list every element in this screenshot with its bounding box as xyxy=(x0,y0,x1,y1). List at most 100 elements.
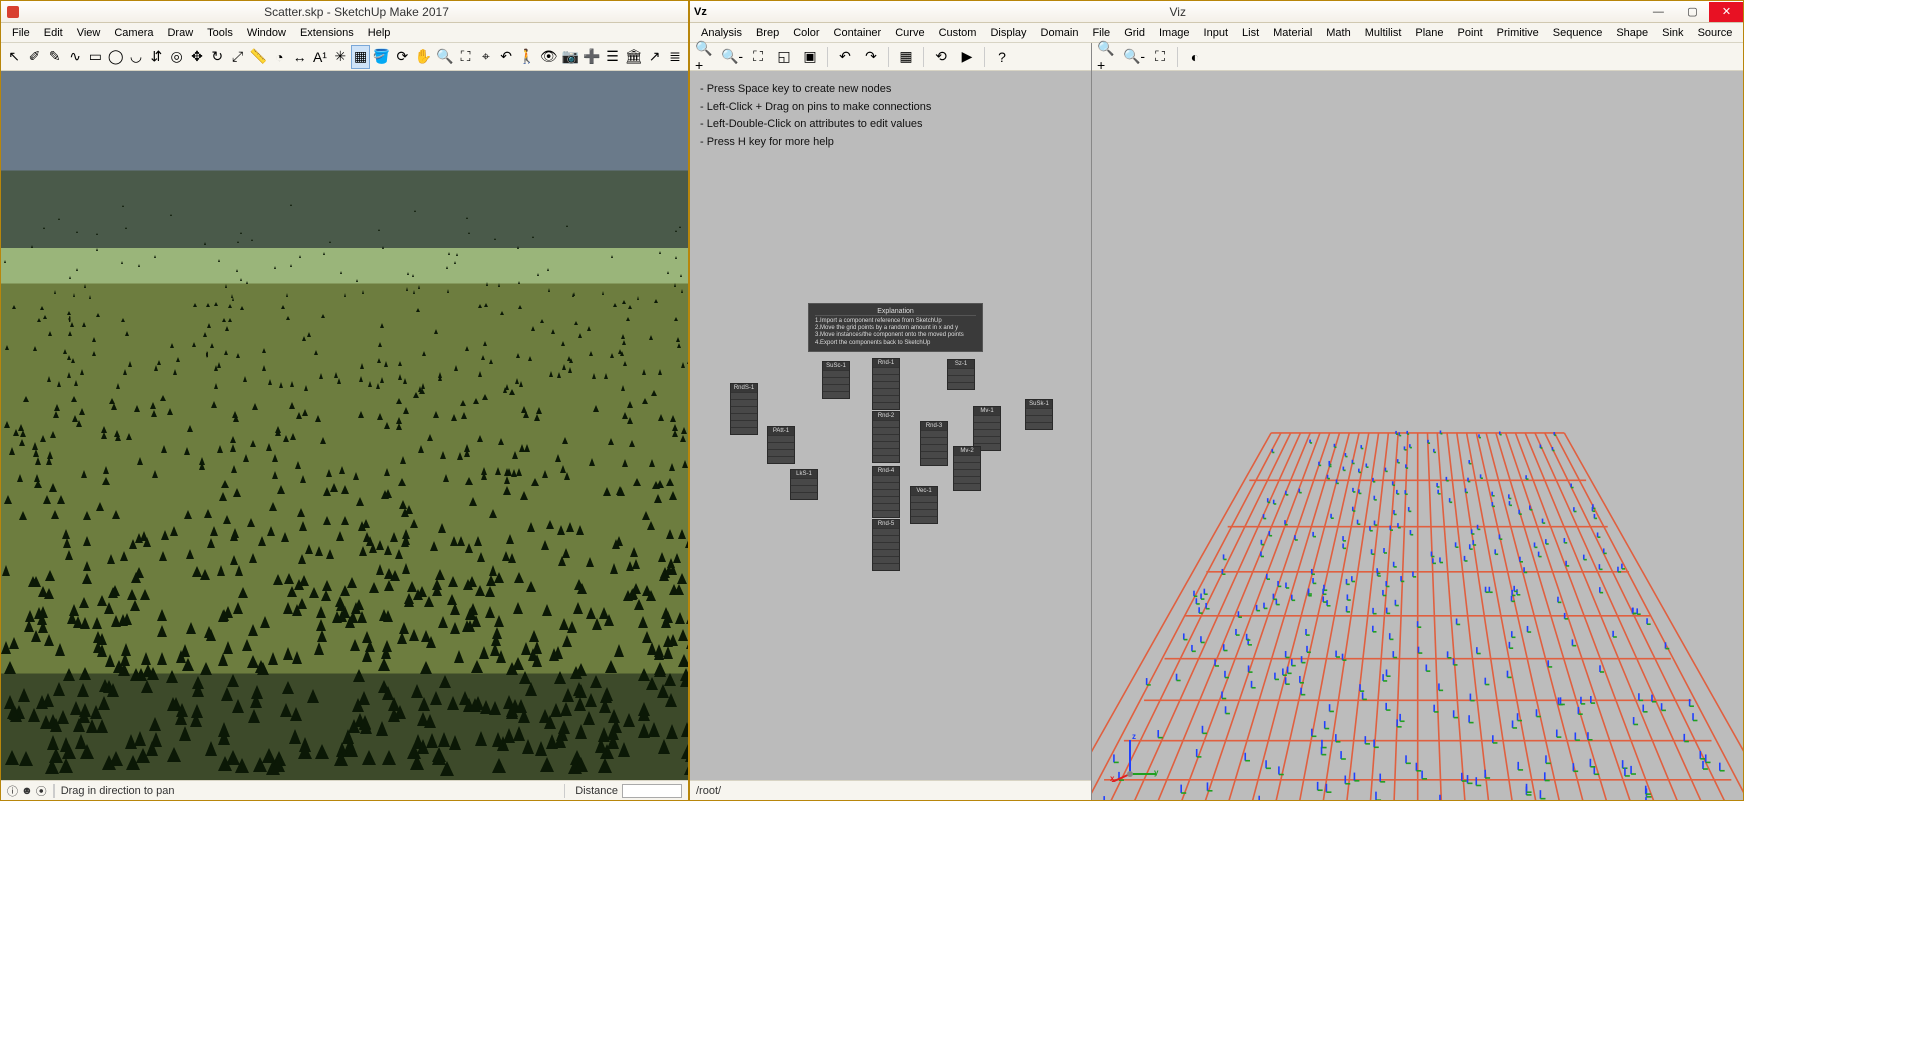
node-rnd-1[interactable]: Rnd-1 xyxy=(872,358,900,410)
viz-menu-material[interactable]: Material xyxy=(1266,25,1319,41)
node-rnd-2[interactable]: Rnd-2 xyxy=(872,411,900,463)
viz-menu-grid[interactable]: Grid xyxy=(1117,25,1152,41)
orbit-button[interactable]: ⟳ xyxy=(393,45,411,69)
node-susk-1[interactable]: SuSk-1 xyxy=(1025,399,1053,430)
zoom-in-button[interactable]: 🔍+ xyxy=(1096,45,1120,69)
node-rnd-3[interactable]: Rnd-3 xyxy=(920,421,948,466)
node-patt-1[interactable]: PAtt-1 xyxy=(767,426,795,464)
dimension-button[interactable]: ↔ xyxy=(291,45,309,69)
previous-button[interactable]: ↶ xyxy=(497,45,515,69)
viz-menu-analysis[interactable]: Analysis xyxy=(694,25,749,41)
rectangle-button[interactable]: ▭ xyxy=(86,45,104,69)
redo-button[interactable]: ↷ xyxy=(859,45,883,69)
viz-menu-file[interactable]: File xyxy=(1085,25,1117,41)
text-button[interactable]: A¹ xyxy=(311,45,329,69)
arc-button[interactable]: ◡ xyxy=(127,45,145,69)
share-component-button[interactable]: ↗ xyxy=(646,45,664,69)
axes-button[interactable]: ✳ xyxy=(331,45,349,69)
distance-input[interactable] xyxy=(622,784,682,798)
sketchup-menu-help[interactable]: Help xyxy=(361,25,398,41)
close-button[interactable]: ✕ xyxy=(1709,2,1743,22)
zoom-in-button[interactable]: 🔍+ xyxy=(694,45,718,69)
viz-menu-primitive[interactable]: Primitive xyxy=(1490,25,1546,41)
minimize-button[interactable]: — xyxy=(1641,2,1675,22)
viz-menu-multilist[interactable]: Multilist xyxy=(1358,25,1409,41)
eraser-button[interactable]: ✐ xyxy=(25,45,43,69)
offset-button[interactable]: ◎ xyxy=(168,45,186,69)
viz-menu-domain[interactable]: Domain xyxy=(1034,25,1086,41)
protractor-button[interactable]: ◔ xyxy=(270,45,288,69)
sketchup-menu-file[interactable]: File xyxy=(5,25,37,41)
sketchup-menu-window[interactable]: Window xyxy=(240,25,293,41)
sketchup-menu-extensions[interactable]: Extensions xyxy=(293,25,361,41)
pan-button[interactable]: ✋ xyxy=(414,45,433,69)
node-rnds-1[interactable]: RndS-1 xyxy=(730,383,758,435)
paint-bucket-button[interactable]: 🪣 xyxy=(372,45,391,69)
viz-menu-custom[interactable]: Custom xyxy=(932,25,984,41)
node-mv-2[interactable]: Mv-2 xyxy=(953,446,981,491)
axis-widget[interactable]: z y x xyxy=(1110,732,1160,782)
sketchup-menu-camera[interactable]: Camera xyxy=(107,25,160,41)
node-vec-1[interactable]: Vec-1 xyxy=(910,486,938,524)
viz-menu-source[interactable]: Source xyxy=(1691,25,1740,41)
sketchup-menu-tools[interactable]: Tools xyxy=(200,25,240,41)
zoom-fit-button[interactable]: ⛶ xyxy=(746,45,770,69)
section-button[interactable]: ▦ xyxy=(351,45,369,69)
circle-button[interactable]: ◯ xyxy=(107,45,125,69)
viz-menu-image[interactable]: Image xyxy=(1152,25,1197,41)
frame-button[interactable]: ▣ xyxy=(798,45,822,69)
viz-menu-curve[interactable]: Curve xyxy=(888,25,931,41)
node-rnd-4[interactable]: Rnd-4 xyxy=(872,466,900,518)
sketchup-menu-edit[interactable]: Edit xyxy=(37,25,70,41)
zoom-out-button[interactable]: 🔍- xyxy=(720,45,744,69)
select-arrow-button[interactable]: ↖ xyxy=(5,45,23,69)
undo-button[interactable]: ↶ xyxy=(833,45,857,69)
move-button[interactable]: ✥ xyxy=(188,45,206,69)
group-button[interactable]: ▦ xyxy=(894,45,918,69)
viz-menu-point[interactable]: Point xyxy=(1451,25,1490,41)
node-sz-1[interactable]: Sz-1 xyxy=(947,359,975,390)
walk-button[interactable]: 🚶 xyxy=(517,45,536,69)
viz-menu-color[interactable]: Color xyxy=(786,25,826,41)
look-button[interactable]: 👁 xyxy=(539,45,559,69)
node-rnd-5[interactable]: Rnd-5 xyxy=(872,519,900,571)
explanation-box[interactable]: Explanation 1.Import a component referen… xyxy=(808,303,983,352)
node-mv-1[interactable]: Mv-1 xyxy=(973,406,1001,451)
zoom-button[interactable]: 🔍 xyxy=(435,45,454,69)
viz-menu-sink[interactable]: Sink xyxy=(1655,25,1690,41)
viz-menu-shape[interactable]: Shape xyxy=(1609,25,1655,41)
zoom-window-button[interactable]: ⌖ xyxy=(477,45,495,69)
layers-button[interactable]: ≣ xyxy=(666,45,684,69)
viz-menu-sequence[interactable]: Sequence xyxy=(1546,25,1610,41)
viz-menu-container[interactable]: Container xyxy=(827,25,889,41)
zoom-fit-button[interactable]: ⛶ xyxy=(1148,45,1172,69)
sketchup-menu-draw[interactable]: Draw xyxy=(160,25,200,41)
warehouse-button[interactable]: 🏛 xyxy=(624,45,644,69)
viz-menu-brep[interactable]: Brep xyxy=(749,25,786,41)
node-susc-1[interactable]: SuSc-1 xyxy=(822,361,850,399)
freehand-button[interactable]: ∿ xyxy=(66,45,84,69)
pencil-button[interactable]: ✎ xyxy=(46,45,64,69)
position-camera-button[interactable]: 📷 xyxy=(561,45,580,69)
refresh-button[interactable]: ⟲ xyxy=(929,45,953,69)
scale-button[interactable]: ⤢ xyxy=(228,45,246,69)
maximize-button[interactable]: ▢ xyxy=(1675,2,1709,22)
zoom-sel-button[interactable]: ◱ xyxy=(772,45,796,69)
viz-menu-input[interactable]: Input xyxy=(1197,25,1235,41)
outliner-button[interactable]: ☰ xyxy=(603,45,621,69)
viz-3d-viewport[interactable]: z y x xyxy=(1092,71,1743,800)
play-button[interactable]: ▶ xyxy=(955,45,979,69)
zoom-extents-button[interactable]: ⛶ xyxy=(456,45,474,69)
viz-menu-list[interactable]: List xyxy=(1235,25,1266,41)
rotate-button[interactable]: ↻ xyxy=(208,45,226,69)
add-scene-button[interactable]: ➕ xyxy=(582,45,601,69)
viz-menu-math[interactable]: Math xyxy=(1319,25,1357,41)
viz-node-editor[interactable]: - Press Space key to create new nodes- L… xyxy=(690,71,1091,780)
sketchup-menu-view[interactable]: View xyxy=(70,25,108,41)
push-pull-button[interactable]: ⇵ xyxy=(147,45,165,69)
viz-menu-plane[interactable]: Plane xyxy=(1408,25,1450,41)
tape-measure-button[interactable]: 📏 xyxy=(249,45,268,69)
zoom-out-button[interactable]: 🔍- xyxy=(1122,45,1146,69)
node-lks-1[interactable]: LkS-1 xyxy=(790,469,818,500)
sketchup-viewport[interactable] xyxy=(1,71,688,780)
